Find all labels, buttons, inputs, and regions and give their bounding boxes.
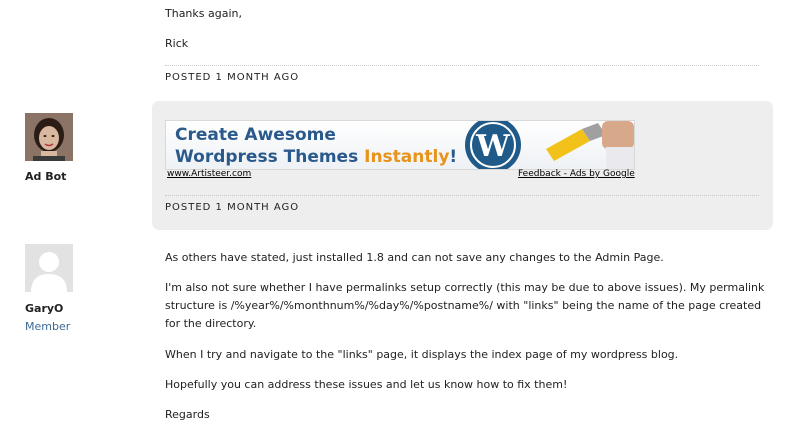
ad-post-posted-time: POSTED 1 MONTH AGO (165, 195, 759, 213)
ad-headline-1: Create Awesome (175, 125, 336, 145)
garyo-avatar (25, 244, 73, 292)
paintbrush-icon (546, 121, 634, 169)
post-1-posted-time: POSTED 1 MONTH AGO (165, 65, 759, 83)
garyo-paragraph-3: When I try and navigate to the "links" p… (165, 348, 679, 361)
garyo-role: Member (25, 320, 71, 333)
ad-banner[interactable]: Create Awesome Wordpress Themes Instantl… (165, 120, 635, 170)
garyo-paragraph-2: I'm also not sure whether I have permali… (165, 281, 765, 330)
ad-left-link[interactable]: www.Artisteer.com (167, 169, 251, 179)
ad-headline-2-main: Wordpress Themes (175, 147, 365, 167)
garyo-paragraph-1: As others have stated, just installed 1.… (165, 251, 664, 264)
garyo-paragraph-5: Regards (165, 408, 210, 421)
ad-feedback-link[interactable]: Feedback - Ads by Google (518, 169, 635, 179)
default-avatar-icon (25, 244, 73, 292)
garyo-paragraph-4: Hopefully you can address these issues a… (165, 378, 568, 391)
svg-text:W: W (475, 129, 511, 164)
post-1-line-2: Rick (165, 37, 189, 50)
post-1-line-1: Thanks again, (165, 7, 242, 20)
garyo-author-name: GaryO (25, 302, 64, 315)
ad-bot-author-name: Ad Bot (25, 170, 67, 183)
ad-bot-avatar-image (25, 113, 73, 161)
ad-bot-avatar (25, 113, 73, 161)
wordpress-logo-icon: W (465, 121, 521, 169)
ad-headline-2-accent: Instantly (364, 147, 450, 167)
ad-headline-2: Wordpress Themes Instantly! (175, 147, 457, 167)
